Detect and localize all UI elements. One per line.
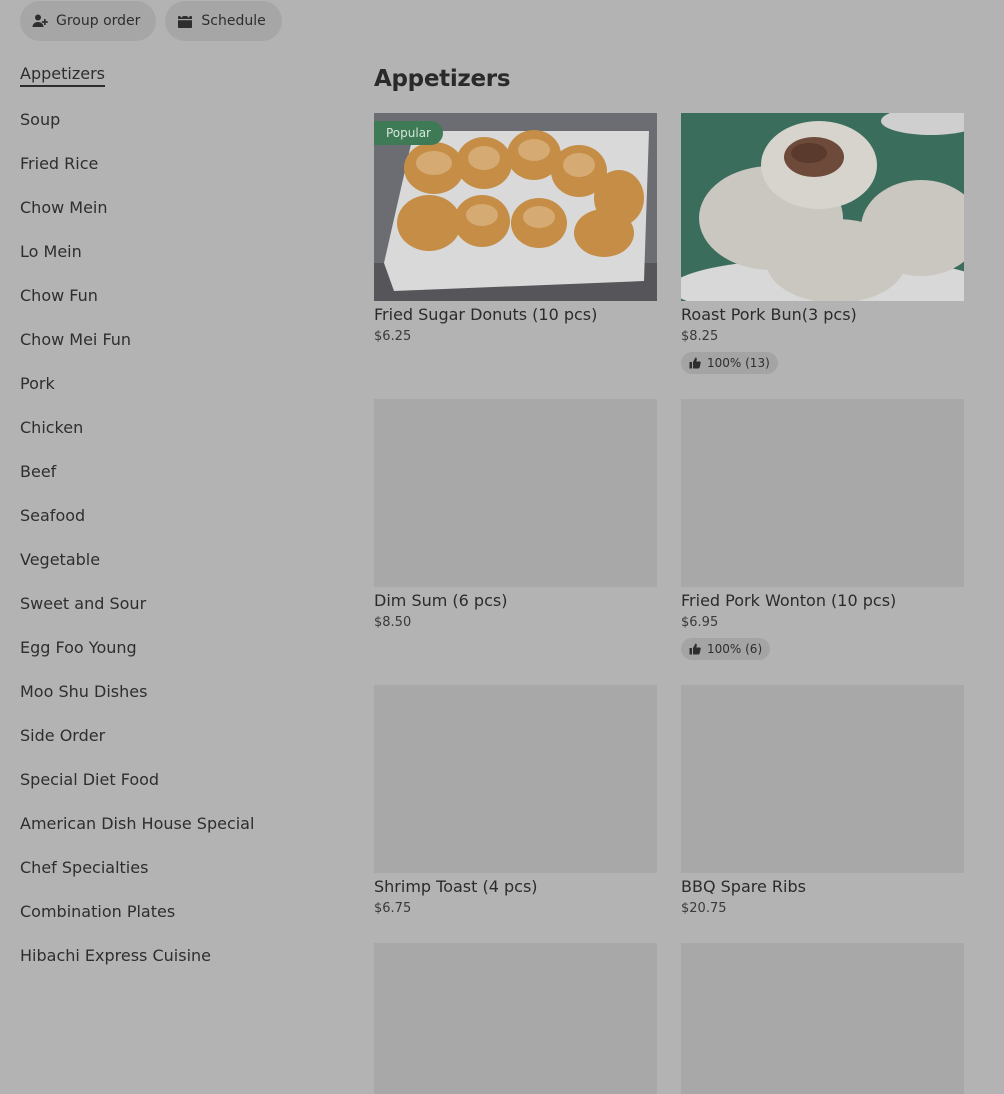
sidebar-item-egg-foo-young[interactable]: Egg Foo Young bbox=[20, 638, 137, 658]
menu-item-card[interactable]: Popular Fried Sugar Donuts (10 pcs) $6.2… bbox=[374, 113, 657, 346]
item-price: $8.25 bbox=[681, 329, 719, 344]
store-menu-page: Group order Schedule Appetizers Soup Fri… bbox=[0, 0, 1004, 1094]
sidebar-item-side-order[interactable]: Side Order bbox=[20, 726, 105, 746]
group-order-button[interactable]: Group order bbox=[20, 1, 157, 41]
menu-item-card[interactable]: Dim Sum (6 pcs) $8.50 bbox=[374, 399, 657, 632]
sidebar-item-vegetable[interactable]: Vegetable bbox=[20, 550, 100, 570]
menu-item-card[interactable]: Shrimp Toast (4 pcs) $6.75 bbox=[374, 685, 657, 918]
item-price: $8.50 bbox=[374, 615, 412, 630]
group-order-label: Group order bbox=[56, 13, 141, 29]
item-name: Fried Sugar Donuts (10 pcs) bbox=[374, 305, 598, 324]
sidebar-item-moo-shu-dishes[interactable]: Moo Shu Dishes bbox=[20, 682, 147, 702]
sidebar-item-chow-mei-fun[interactable]: Chow Mei Fun bbox=[20, 330, 131, 350]
item-image-placeholder bbox=[374, 399, 657, 587]
item-price: $6.75 bbox=[374, 901, 412, 916]
calendar-icon bbox=[178, 13, 193, 28]
add-person-icon bbox=[32, 14, 48, 27]
menu-item-card[interactable] bbox=[681, 943, 964, 1094]
roast-pork-bun-photo bbox=[681, 113, 964, 301]
item-image: Popular bbox=[374, 113, 657, 301]
item-price: $6.95 bbox=[681, 615, 719, 630]
sidebar-item-american-dish-house-special[interactable]: American Dish House Special bbox=[20, 814, 254, 834]
sidebar-item-pork[interactable]: Pork bbox=[20, 374, 55, 394]
sidebar-item-chow-fun[interactable]: Chow Fun bbox=[20, 286, 98, 306]
section-title: Appetizers bbox=[374, 66, 511, 92]
sidebar-item-hibachi-express-cuisine[interactable]: Hibachi Express Cuisine bbox=[20, 946, 211, 966]
sidebar-item-chef-specialties[interactable]: Chef Specialties bbox=[20, 858, 148, 878]
item-image bbox=[681, 113, 964, 301]
rating-text: 100% (6) bbox=[707, 642, 763, 656]
sidebar-item-chow-mein[interactable]: Chow Mein bbox=[20, 198, 108, 218]
item-image-placeholder bbox=[374, 943, 657, 1094]
sidebar-item-sweet-and-sour[interactable]: Sweet and Sour bbox=[20, 594, 146, 614]
item-name: Roast Pork Bun(3 pcs) bbox=[681, 305, 857, 324]
item-name: Fried Pork Wonton (10 pcs) bbox=[681, 591, 897, 610]
thumbs-up-icon bbox=[689, 643, 701, 655]
item-image-placeholder bbox=[681, 399, 964, 587]
menu-item-card[interactable]: Fried Pork Wonton (10 pcs) $6.95 100% (6… bbox=[681, 399, 964, 660]
sidebar-item-fried-rice[interactable]: Fried Rice bbox=[20, 154, 98, 174]
item-image-placeholder bbox=[681, 685, 964, 873]
schedule-button[interactable]: Schedule bbox=[165, 1, 282, 41]
item-price: $6.25 bbox=[374, 329, 412, 344]
sidebar-item-combination-plates[interactable]: Combination Plates bbox=[20, 902, 175, 922]
item-image-placeholder bbox=[374, 685, 657, 873]
sidebar-item-chicken[interactable]: Chicken bbox=[20, 418, 83, 438]
thumbs-up-icon bbox=[689, 357, 701, 369]
sidebar-item-special-diet-food[interactable]: Special Diet Food bbox=[20, 770, 159, 790]
item-name: Shrimp Toast (4 pcs) bbox=[374, 877, 538, 896]
menu-item-card[interactable]: BBQ Spare Ribs $20.75 bbox=[681, 685, 964, 918]
item-image-placeholder bbox=[681, 943, 964, 1094]
menu-item-card[interactable]: Roast Pork Bun(3 pcs) $8.25 100% (13) bbox=[681, 113, 964, 374]
sidebar-item-soup[interactable]: Soup bbox=[20, 110, 60, 130]
item-name: Dim Sum (6 pcs) bbox=[374, 591, 508, 610]
sidebar-item-seafood[interactable]: Seafood bbox=[20, 506, 85, 526]
rating-badge: 100% (6) bbox=[681, 638, 771, 660]
top-actions: Group order Schedule bbox=[20, 1, 282, 41]
menu-item-card[interactable] bbox=[374, 943, 657, 1094]
item-name: BBQ Spare Ribs bbox=[681, 877, 806, 896]
rating-text: 100% (13) bbox=[707, 356, 770, 370]
sidebar-item-beef[interactable]: Beef bbox=[20, 462, 56, 482]
item-price: $20.75 bbox=[681, 901, 727, 916]
schedule-label: Schedule bbox=[201, 13, 266, 29]
sidebar-item-appetizers[interactable]: Appetizers bbox=[20, 64, 105, 87]
popular-badge: Popular bbox=[374, 121, 443, 145]
sidebar-item-lo-mein[interactable]: Lo Mein bbox=[20, 242, 82, 262]
rating-badge: 100% (13) bbox=[681, 352, 778, 374]
